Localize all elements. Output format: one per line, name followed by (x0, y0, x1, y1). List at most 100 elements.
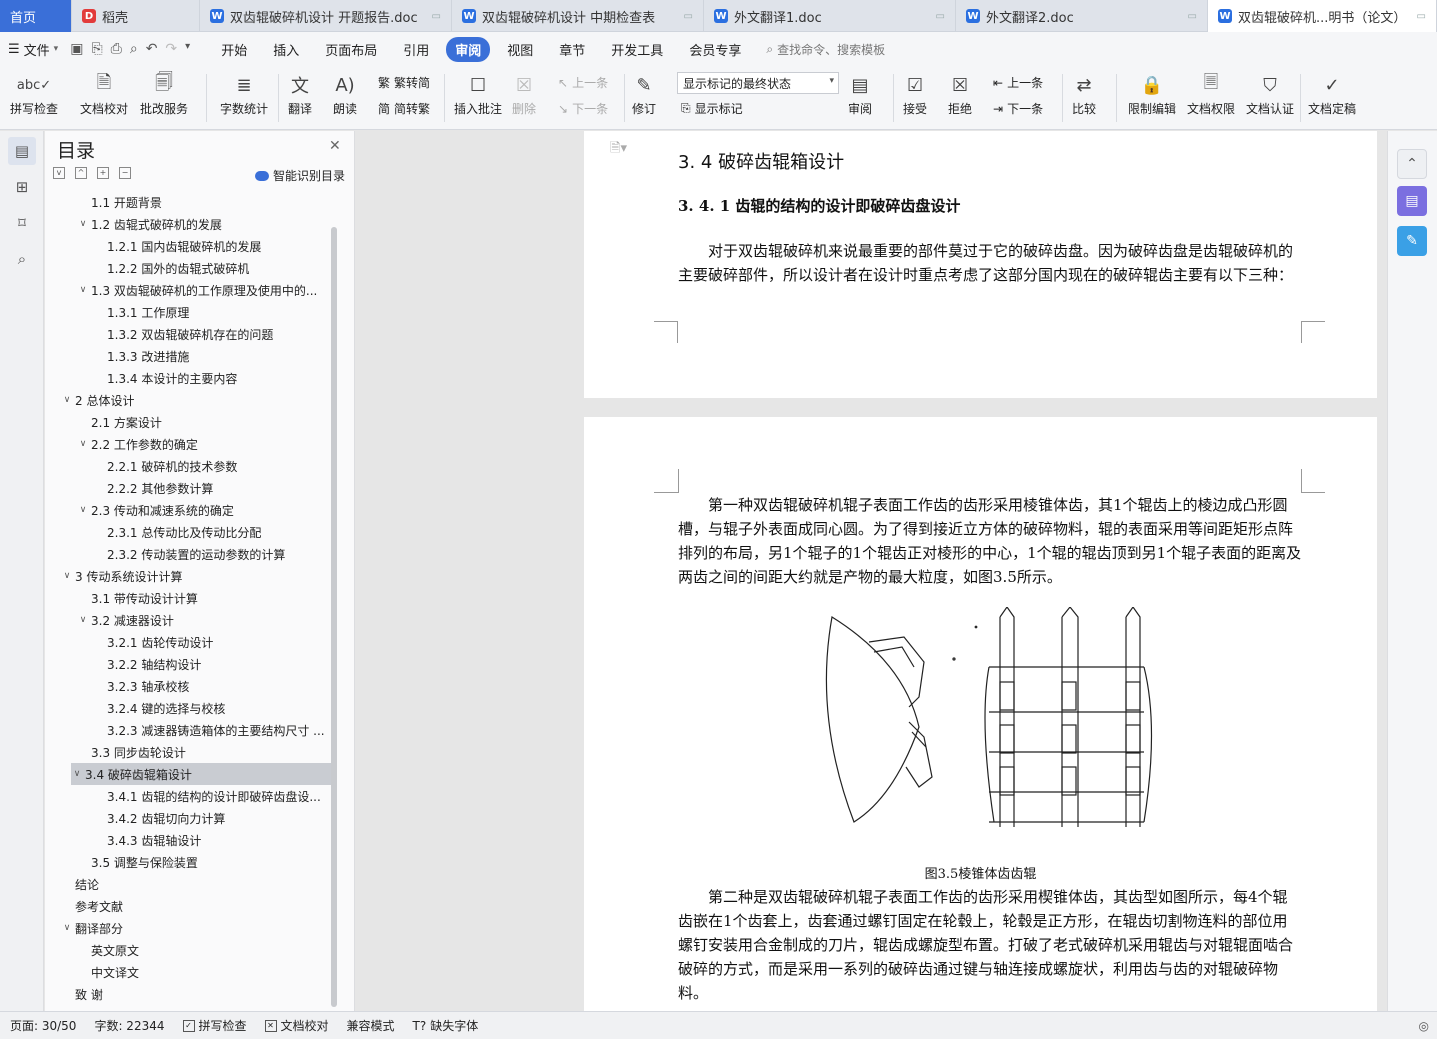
structure-icon[interactable]: ⊞ (8, 173, 36, 201)
chevron-down-icon[interactable]: ∨ (59, 395, 75, 405)
menu-tab[interactable]: 视图 (498, 37, 542, 62)
bookmark-icon[interactable]: ⌑ (8, 209, 36, 237)
toc-item[interactable]: 1.3.2 双齿辊破碎机存在的问题 (45, 323, 335, 345)
edit-panel-icon[interactable]: ✎ (1397, 226, 1427, 256)
toc-item[interactable]: 3.2.1 齿轮传动设计 (45, 631, 335, 653)
toc-item[interactable]: 3.4.2 齿辊切向力计算 (45, 807, 335, 829)
next-change-button[interactable]: ⇥ 下一条 (993, 100, 1043, 117)
paragraph-icon[interactable]: 🗎▾ (610, 139, 627, 161)
missing-font-status[interactable]: T? 缺失字体 (413, 1017, 479, 1034)
toc-item[interactable]: ∨ 3 传动系统设计计算 (45, 565, 335, 587)
print-preview-icon[interactable]: ⌕ (130, 41, 138, 57)
toc-item[interactable]: 1.3.1 工作原理 (45, 301, 335, 323)
insert-comment-button[interactable]: ☐ 插入批注 (454, 70, 502, 126)
toc-item[interactable]: ∨ 1.3 双齿辊破碎机的工作原理及使用中的... (45, 279, 335, 301)
toc-item[interactable]: 1.3.3 改进措施 (45, 345, 335, 367)
toc-item[interactable]: 2.2.1 破碎机的技术参数 (45, 455, 335, 477)
next-comment-button[interactable]: ↘ 下一条 (558, 100, 608, 117)
toc-item[interactable]: ∨ 3.4 破碎齿辊箱设计 (71, 763, 335, 785)
toc-item[interactable]: ∨ 2 总体设计 (45, 389, 335, 411)
reject-button[interactable]: ☒ 拒绝 (948, 70, 972, 126)
tab-close-icon[interactable]: ▭ (684, 11, 693, 22)
prev-change-button[interactable]: ⇤ 上一条 (993, 74, 1043, 91)
restrict-edit-button[interactable]: 🔒 限制编辑 (1128, 70, 1176, 126)
toc-item[interactable]: 3.4.3 齿辊轴设计 (45, 829, 335, 851)
proofread-status[interactable]: ✕ 文档校对 (264, 1017, 329, 1034)
chevron-down-icon[interactable]: ∨ (71, 769, 85, 779)
expand-all-icon[interactable]: ^ (75, 167, 87, 179)
toc-item[interactable]: 3.3 同步齿轮设计 (45, 741, 335, 763)
toc-item[interactable]: 致 谢 (45, 983, 335, 1005)
toc-item[interactable]: 3.2.3 轴承校核 (45, 675, 335, 697)
add-level-icon[interactable]: + (97, 167, 109, 179)
chevron-down-icon[interactable]: ∨ (75, 439, 91, 449)
simp-to-trad-button[interactable]: 简简转繁 (378, 100, 430, 117)
print-icon[interactable]: ⎙ (111, 41, 122, 57)
document-tab[interactable]: W 双齿辊破碎机设计 开题报告.doc ▭ (200, 0, 452, 32)
document-tab[interactable]: W 双齿辊破碎机设计 中期检查表 ▭ (452, 0, 704, 32)
toc-item[interactable]: 1.2.2 国外的齿辊式破碎机 (45, 257, 335, 279)
correction-service-button[interactable]: 🗐 批改服务 (140, 70, 188, 126)
word-count-button[interactable]: ≣ 字数统计 (220, 70, 268, 126)
delete-comment-button[interactable]: ☒ 删除 (512, 70, 536, 126)
save-icon[interactable]: ▣ (70, 41, 83, 57)
toc-item[interactable]: 3.4.1 齿辊的结构的设计即破碎齿盘设... (45, 785, 335, 807)
review-panel-icon[interactable]: ▤ (1397, 186, 1427, 216)
chevron-down-icon[interactable]: ∨ (59, 923, 75, 933)
doc-permission-button[interactable]: 🗏 文档权限 (1187, 70, 1235, 126)
toc-item[interactable]: 3.2.4 键的选择与校核 (45, 697, 335, 719)
toc-item[interactable]: 参考文献 (45, 895, 335, 917)
toc-item[interactable]: 1.3.4 本设计的主要内容 (45, 367, 335, 389)
toc-panel-icon[interactable]: ▤ (8, 137, 36, 165)
collapse-up-icon[interactable]: ⌃ (1397, 149, 1427, 179)
menu-tab[interactable]: 开始 (212, 37, 256, 62)
chevron-down-icon[interactable]: ∨ (75, 615, 91, 625)
doc-certify-button[interactable]: ⛉ 文档认证 (1246, 70, 1294, 126)
toc-item[interactable]: 中文译文 (45, 961, 335, 983)
toc-item[interactable]: 英文原文 (45, 939, 335, 961)
spellcheck-button[interactable]: abc✓ 拼写检查 (10, 70, 58, 126)
tab-close-icon[interactable]: ▭ (1417, 11, 1426, 22)
markup-state-select[interactable]: 显示标记的最终状态 ▾ (677, 72, 839, 94)
eye-protection-icon[interactable]: ◎ (1419, 1019, 1429, 1033)
review-pane-button[interactable]: ▤ 审阅 (848, 70, 872, 126)
redo-icon[interactable]: ↷ (165, 41, 177, 57)
page-indicator[interactable]: 页面: 30/50 (10, 1017, 76, 1034)
toc-item[interactable]: 2.3.2 传动装置的运动参数的计算 (45, 543, 335, 565)
toc-item[interactable]: 1.2.1 国内齿辊破碎机的发展 (45, 235, 335, 257)
menu-tab[interactable]: 引用 (394, 37, 438, 62)
proofread-button[interactable]: 🗎 文档校对 (80, 70, 128, 126)
read-aloud-button[interactable]: A) 朗读 (333, 70, 357, 126)
document-tab[interactable]: W 外文翻译2.doc ▭ (956, 0, 1208, 32)
toc-scrollbar-thumb[interactable] (331, 227, 337, 1007)
toc-item[interactable]: 3.1 带传动设计计算 (45, 587, 335, 609)
toc-item[interactable]: 3.2.2 轴结构设计 (45, 653, 335, 675)
chevron-down-icon[interactable]: ∨ (75, 219, 91, 229)
customize-icon[interactable]: ▾ (185, 41, 190, 57)
tab-close-icon[interactable]: ▭ (936, 11, 945, 22)
close-icon[interactable]: ✕ (329, 138, 341, 154)
word-count-status[interactable]: 字数: 22344 (94, 1017, 164, 1034)
accept-button[interactable]: ☑ 接受 (903, 70, 927, 126)
menu-tab[interactable]: 页面布局 (316, 37, 386, 62)
file-menu[interactable]: ☰ 文件 ▾ (8, 40, 58, 59)
menu-tab[interactable]: 插入 (264, 37, 308, 62)
toc-item[interactable]: 3.5 调整与保险装置 (45, 851, 335, 873)
undo-icon[interactable]: ↶ (146, 41, 158, 57)
toc-item[interactable]: 2.2.2 其他参数计算 (45, 477, 335, 499)
smart-toc-button[interactable]: 智能识别目录 (255, 167, 345, 184)
toc-item[interactable]: ∨ 1.2 齿辊式破碎机的发展 (45, 213, 335, 235)
toc-item[interactable]: ∨ 2.2 工作参数的确定 (45, 433, 335, 455)
document-tab[interactable]: W 外文翻译1.doc ▭ (704, 0, 956, 32)
toc-item[interactable]: ∨ 2.3 传动和减速系统的确定 (45, 499, 335, 521)
menu-tab[interactable]: 审阅 (446, 36, 491, 62)
compare-button[interactable]: ⇄ 比较 (1072, 70, 1096, 126)
menu-tab[interactable]: 会员专享 (680, 37, 750, 62)
toc-scrollbar[interactable] (331, 227, 337, 1007)
toc-item[interactable]: 3.2.3 减速器铸造箱体的主要结构尺寸 ... (45, 719, 335, 741)
track-changes-button[interactable]: ✎ 修订 (632, 70, 656, 126)
menu-tab[interactable]: 章节 (550, 37, 594, 62)
toc-item[interactable]: 2.3.1 总传动比及传动比分配 (45, 521, 335, 543)
tab-home[interactable]: 首页 (0, 0, 72, 32)
toc-item[interactable]: 2.1 方案设计 (45, 411, 335, 433)
